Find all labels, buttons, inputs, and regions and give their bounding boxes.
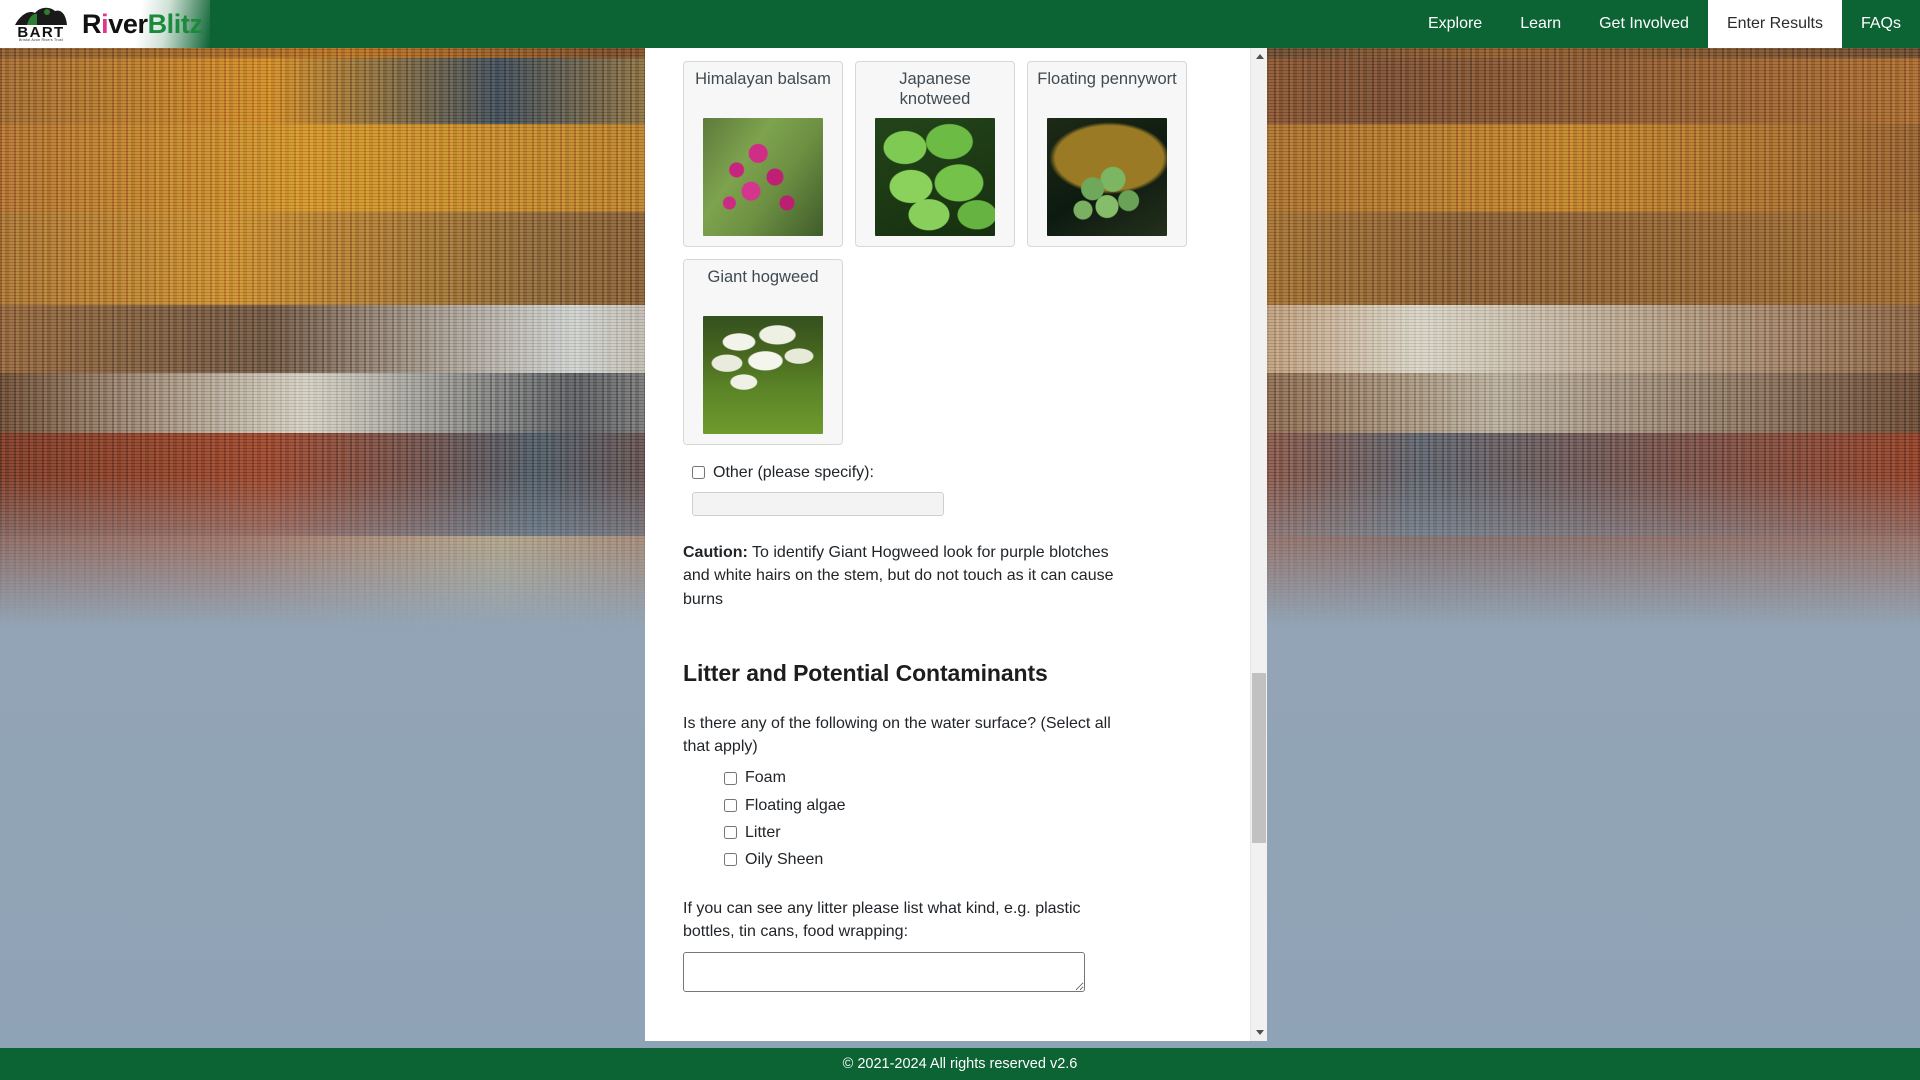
nav-item-get-involved[interactable]: Get Involved bbox=[1580, 0, 1708, 48]
scrollbar-thumb[interactable] bbox=[1252, 673, 1266, 843]
results-form-panel: Himalayan balsam Japanese knotweed Float… bbox=[645, 48, 1267, 1041]
plant-card-japanese-knotweed[interactable]: Japanese knotweed bbox=[855, 61, 1015, 247]
foam-label: Foam bbox=[745, 769, 786, 787]
litter-kind-label: If you can see any litter please list wh… bbox=[683, 900, 1081, 941]
riverblitz-wordmark: RiverBlitz bbox=[82, 9, 203, 40]
plant-label: Japanese knotweed bbox=[899, 70, 971, 108]
caution-text: To identify Giant Hogweed look for purpl… bbox=[683, 544, 1114, 608]
option-litter: Litter bbox=[724, 821, 1190, 844]
option-oily-sheen: Oily Sheen bbox=[724, 848, 1190, 871]
caution-prefix: Caution: bbox=[683, 544, 748, 562]
himalayan-balsam-photo bbox=[703, 118, 823, 236]
plant-card-himalayan-balsam[interactable]: Himalayan balsam bbox=[683, 61, 843, 247]
site-footer: © 2021-2024 All rights reserved v2.6 bbox=[0, 1048, 1920, 1080]
bart-logo-icon: BART Bristol Avon Rivers Trust bbox=[10, 3, 72, 45]
foam-checkbox[interactable] bbox=[724, 771, 737, 785]
nav-item-explore[interactable]: Explore bbox=[1409, 0, 1501, 48]
form-scroll-viewport: Himalayan balsam Japanese knotweed Float… bbox=[645, 48, 1250, 1041]
plant-label: Himalayan balsam bbox=[695, 70, 831, 88]
floating-algae-label: Floating algae bbox=[745, 796, 846, 814]
oily-sheen-label: Oily Sheen bbox=[745, 851, 824, 869]
plant-card-floating-pennywort[interactable]: Floating pennywort bbox=[1027, 61, 1187, 247]
scroll-down-arrow[interactable] bbox=[1251, 1024, 1267, 1041]
litter-kind-textarea[interactable] bbox=[683, 951, 1085, 992]
giant-hogweed-photo bbox=[703, 316, 823, 434]
site-logo[interactable]: BART Bristol Avon Rivers Trust RiverBlit… bbox=[10, 0, 203, 48]
option-floating-algae: Floating algae bbox=[724, 794, 1190, 817]
water-surface-options: Foam Floating algae Litter Oily Sheen bbox=[724, 766, 1190, 871]
other-plant-row: Other (please specify): bbox=[692, 461, 1190, 484]
scroll-up-arrow[interactable] bbox=[1251, 48, 1267, 65]
floating-pennywort-photo bbox=[1047, 118, 1167, 236]
copyright-text: © 2021-2024 All rights reserved v2.6 bbox=[842, 1056, 1078, 1072]
other-plant-checkbox[interactable] bbox=[692, 466, 705, 480]
form-scrollbar[interactable] bbox=[1250, 48, 1267, 1041]
litter-section-heading: Litter and Potential Contaminants bbox=[683, 659, 1048, 686]
brand-letter-r: R bbox=[82, 8, 102, 39]
other-plant-label: Other (please specify): bbox=[713, 464, 874, 481]
water-surface-question: Is there any of the following on the wat… bbox=[683, 715, 1111, 756]
invasive-plant-options: Himalayan balsam Japanese knotweed Float… bbox=[683, 61, 1190, 445]
japanese-knotweed-photo bbox=[875, 118, 995, 236]
litter-label: Litter bbox=[745, 823, 781, 841]
oily-sheen-checkbox[interactable] bbox=[724, 853, 737, 867]
plant-card-giant-hogweed[interactable]: Giant hogweed bbox=[683, 259, 843, 445]
bart-full-name: Bristol Avon Rivers Trust bbox=[18, 38, 64, 42]
nav-item-learn[interactable]: Learn bbox=[1501, 0, 1580, 48]
brand-blitz: Blitz bbox=[147, 8, 203, 39]
other-plant-input[interactable] bbox=[692, 492, 944, 517]
nav-item-faqs[interactable]: FAQs bbox=[1842, 0, 1920, 48]
site-header: BART Bristol Avon Rivers Trust RiverBlit… bbox=[0, 0, 1920, 48]
main-navigation: Explore Learn Get Involved Enter Results… bbox=[1409, 0, 1920, 48]
other-plant-group: Other (please specify): bbox=[683, 461, 1190, 517]
plant-label: Giant hogweed bbox=[707, 268, 819, 286]
litter-checkbox[interactable] bbox=[724, 825, 737, 839]
enter-results-form: Himalayan balsam Japanese knotweed Float… bbox=[645, 48, 1250, 1041]
giant-hogweed-caution: Caution: To identify Giant Hogweed look … bbox=[683, 541, 1115, 611]
nav-item-enter-results[interactable]: Enter Results bbox=[1707, 0, 1842, 48]
floating-algae-checkbox[interactable] bbox=[724, 798, 737, 812]
plant-label: Floating pennywort bbox=[1037, 70, 1177, 88]
brand-ver: ver bbox=[108, 8, 148, 39]
option-foam: Foam bbox=[724, 766, 1190, 789]
